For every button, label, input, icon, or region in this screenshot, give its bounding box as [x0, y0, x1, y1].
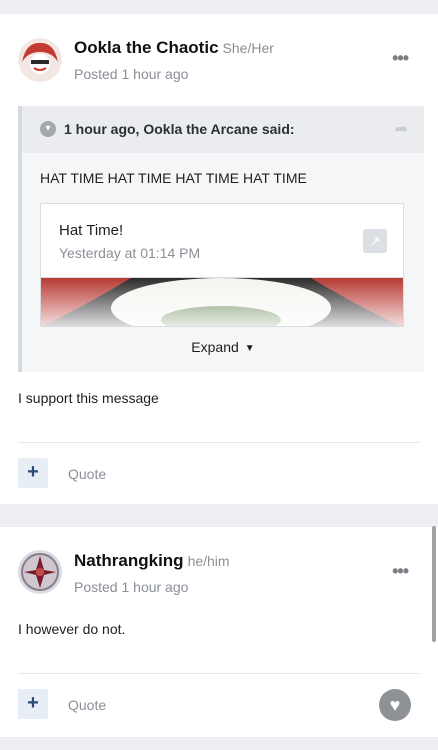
author-name[interactable]: Ookla the Chaotic — [74, 38, 219, 57]
external-link-icon[interactable]: ↗ — [363, 229, 387, 253]
quote-header: ▾ 1 hour ago, Ookla the Arcane said: ➦ — [22, 106, 424, 153]
share-icon[interactable]: ➦ — [395, 119, 408, 139]
divider — [18, 673, 420, 674]
author-avatar[interactable] — [18, 550, 62, 594]
author-line: Nathrangking he/him — [74, 551, 230, 571]
author-name[interactable]: Nathrangking — [74, 551, 184, 570]
author-pronouns: he/him — [187, 553, 230, 569]
author-pronouns: She/Her — [222, 40, 274, 56]
post-timestamp[interactable]: Posted 1 hour ago — [74, 66, 188, 82]
ellipsis-icon[interactable]: ••• — [392, 48, 409, 69]
post-timestamp[interactable]: Posted 1 hour ago — [74, 579, 188, 595]
post-body: I however do not. — [18, 621, 126, 637]
divider — [18, 442, 420, 443]
quote-button[interactable]: Quote — [68, 697, 106, 713]
expand-label: Expand — [191, 339, 239, 355]
scrollbar[interactable] — [432, 526, 436, 642]
quote-block: ▾ 1 hour ago, Ookla the Arcane said: ➦ H… — [18, 106, 424, 372]
post-card: Nathrangking he/him Posted 1 hour ago •••… — [0, 527, 438, 737]
heart-icon[interactable]: ♥ — [379, 689, 411, 721]
embed-title[interactable]: Hat Time! — [59, 222, 123, 239]
quote-citation: 1 hour ago, Ookla the Arcane said: — [64, 121, 295, 137]
add-reaction-button[interactable]: + — [18, 458, 48, 488]
add-reaction-button[interactable]: + — [18, 689, 48, 719]
caret-down-icon: ▼ — [244, 343, 255, 354]
embed-date: Yesterday at 01:14 PM — [59, 245, 201, 261]
embed-image — [41, 277, 403, 326]
expand-button[interactable]: Expand ▼ — [22, 339, 424, 355]
chevron-down-icon[interactable]: ▾ — [40, 121, 56, 137]
quote-text: HAT TIME HAT TIME HAT TIME HAT TIME — [40, 170, 307, 186]
author-line: Ookla the Chaotic She/Her — [74, 38, 274, 58]
post-card: Ookla the Chaotic She/Her Posted 1 hour a… — [0, 14, 438, 504]
post-body: I support this message — [18, 390, 159, 406]
embed-card[interactable]: Hat Time! Yesterday at 01:14 PM ↗ — [40, 203, 404, 327]
ellipsis-icon[interactable]: ••• — [392, 561, 409, 582]
author-avatar[interactable] — [18, 38, 62, 82]
quote-button[interactable]: Quote — [68, 466, 106, 482]
